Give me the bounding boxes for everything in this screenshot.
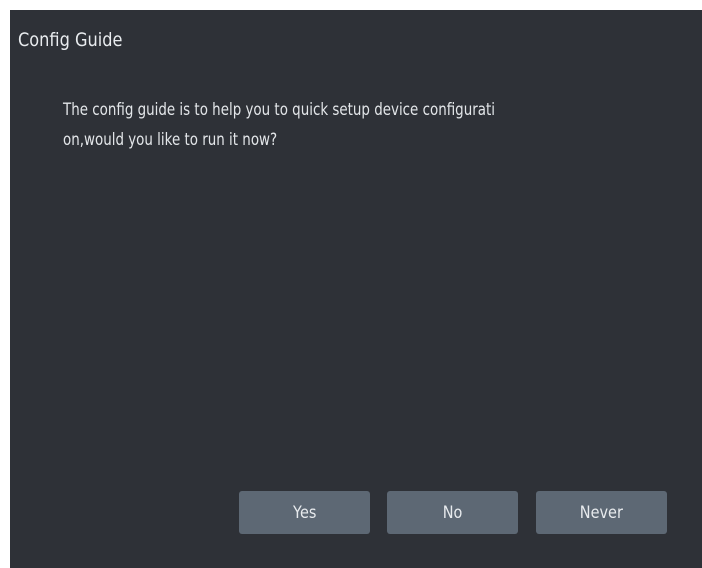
- no-button-label: No: [442, 502, 463, 523]
- yes-button-label: Yes: [292, 502, 317, 523]
- dialog-message: The config guide is to help you to quick…: [63, 95, 616, 155]
- never-button-label: Never: [579, 502, 624, 523]
- yes-button[interactable]: Yes: [239, 491, 370, 534]
- dialog-message-line-1: The config guide is to help you to quick…: [63, 100, 495, 120]
- config-guide-dialog: Config Guide The config guide is to help…: [10, 10, 702, 568]
- dialog-message-line-2: on,would you like to run it now?: [63, 130, 278, 150]
- dialog-title: Config Guide: [18, 29, 123, 51]
- never-button[interactable]: Never: [536, 491, 667, 534]
- no-button[interactable]: No: [387, 491, 518, 534]
